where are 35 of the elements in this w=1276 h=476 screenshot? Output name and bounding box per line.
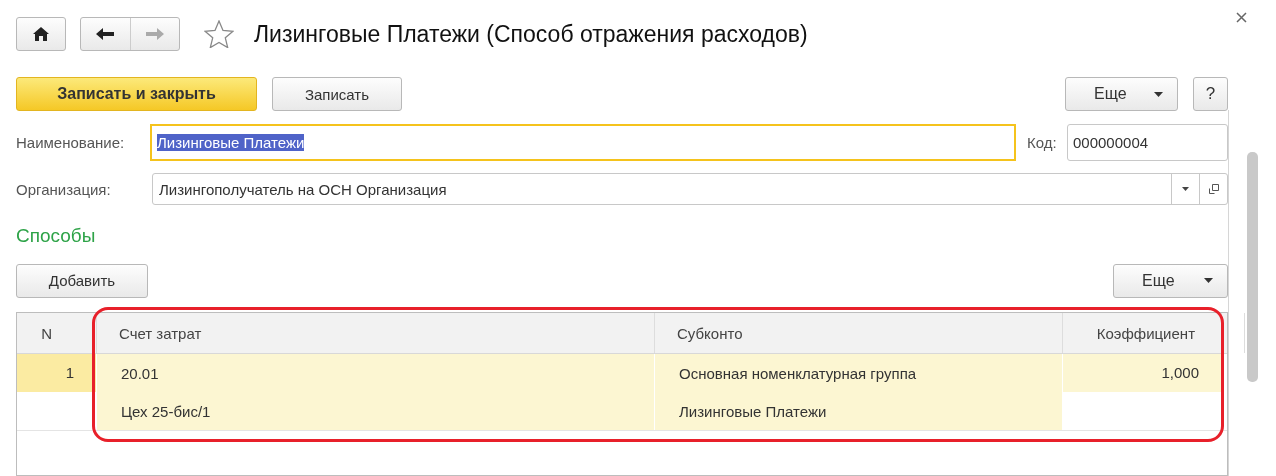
home-button[interactable] (16, 17, 66, 51)
save-and-close-button[interactable]: Записать и закрыть (16, 77, 257, 111)
field-label: Организация: (16, 180, 112, 198)
field-label: Код: (1027, 134, 1058, 151)
window-title: Лизинговые Платежи (Способ отражения расходов) (254, 20, 808, 48)
more-button[interactable]: Еще (1065, 77, 1178, 111)
star-icon[interactable] (204, 20, 234, 48)
section-title: Способы (16, 225, 97, 248)
field-label: Наименование: (16, 134, 126, 151)
column-header[interactable]: Субконто (655, 313, 1063, 353)
code-field[interactable]: 000000004 (1067, 124, 1228, 161)
table-row[interactable]: 1 20.01 Основная номенклатурная группа 1,000 Цех 25-бис/1 Лизинговые Платежи (17, 354, 1227, 431)
column-header[interactable]: N (17, 313, 97, 353)
table-cell: 20.01 (97, 354, 655, 392)
home-icon (33, 27, 49, 41)
organization-field[interactable]: Лизингополучатель на ОСН Организация (152, 173, 1228, 205)
table-cell: Основная номенклатурная группа (655, 354, 1063, 392)
column-header[interactable]: Коэффициент (1063, 313, 1222, 353)
name-field[interactable]: Лизинговые Платежи (150, 124, 1016, 161)
table-cell: 1 (17, 354, 97, 392)
table-cell: 1,000 (1063, 354, 1222, 392)
column-header[interactable]: Счет затрат (97, 313, 655, 353)
close-icon[interactable] (1236, 12, 1247, 23)
help-button[interactable]: ? (1193, 77, 1228, 111)
left-arrow-icon (96, 28, 115, 40)
caret-icon (1154, 91, 1163, 97)
right-arrow-icon (145, 28, 164, 40)
table-cell: Цех 25-бис/1 (97, 392, 655, 430)
open-window-icon (1207, 183, 1220, 195)
save-button[interactable]: Записать (272, 77, 402, 111)
caret-icon (1182, 187, 1189, 191)
add-button[interactable]: Добавить (16, 263, 148, 298)
table-cell: Лизинговые Платежи (655, 392, 1063, 430)
caret-icon (1204, 278, 1213, 283)
more-button[interactable]: Еще (1113, 263, 1228, 298)
